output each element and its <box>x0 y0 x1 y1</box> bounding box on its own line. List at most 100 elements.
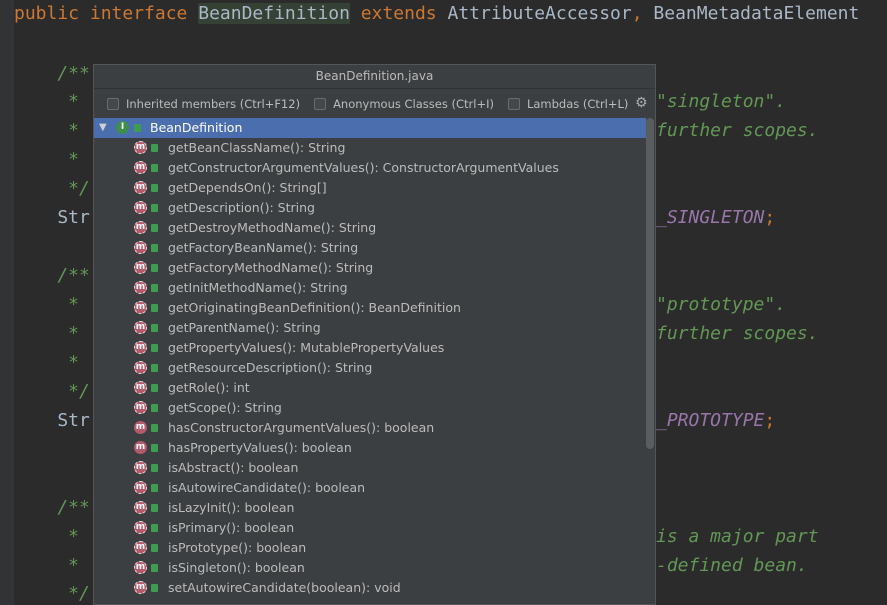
tree-member-item[interactable]: m getOriginatingBeanDefinition(): BeanDef… <box>94 298 646 318</box>
expand-arrow-icon[interactable]: ▼ <box>99 118 107 138</box>
method-icon: m <box>134 321 147 334</box>
code-token: _PROTOTYPE <box>656 410 765 431</box>
code-line: * <box>14 555 90 577</box>
tree-member-item[interactable]: m getDescription(): String <box>94 198 646 218</box>
lock-icon <box>151 164 158 172</box>
code-fragment: _SINGLETON; <box>656 207 775 229</box>
code-line: */ <box>14 178 90 200</box>
tree-member-item[interactable]: m getConstructorArgumentValues(): Constru… <box>94 158 646 178</box>
method-icon: m <box>134 481 147 494</box>
method-icon: m <box>134 221 147 234</box>
editor-gutter <box>0 0 14 605</box>
code-token: interface <box>89 3 199 24</box>
lambdas-option[interactable]: Lambdas (Ctrl+L) <box>507 97 628 111</box>
code-token: * ( <box>14 352 101 373</box>
tree-member-item[interactable]: m isAutowireCandidate(): boolean <box>94 478 646 498</box>
member-label: setAutowireCandidate(boolean): void <box>168 580 401 595</box>
code-line: */ <box>14 381 90 403</box>
code-token: * <box>14 323 90 344</box>
lock-icon <box>151 364 158 372</box>
member-label: getResourceDescription(): String <box>168 360 373 375</box>
tree-member-item[interactable]: m getResourceDescription(): String <box>94 358 646 378</box>
lock-icon <box>151 204 158 212</box>
lock-icon <box>151 284 158 292</box>
gear-icon[interactable]: ⚙ <box>635 96 649 110</box>
code-token: /** <box>14 63 90 84</box>
method-icon: m <box>134 241 147 254</box>
code-token: "prototype". <box>656 294 787 315</box>
member-label: hasConstructorArgumentValues(): boolean <box>168 420 435 435</box>
lock-icon <box>151 424 158 432</box>
code-token: BeanMetadataElement <box>653 3 871 24</box>
tree-member-item[interactable]: m isPrimary(): boolean <box>94 518 646 538</box>
tree-member-item[interactable]: m getInitMethodName(): String <box>94 278 646 298</box>
popup-options-bar: Inherited members (Ctrl+F12) Anonymous C… <box>94 89 655 119</box>
lambdas-checkbox[interactable] <box>507 98 520 110</box>
method-icon: m <box>134 441 147 454</box>
tree-member-item[interactable]: m getFactoryBeanName(): String <box>94 238 646 258</box>
code-token: * <box>14 526 90 547</box>
code-token: , <box>631 3 654 24</box>
method-icon: m <box>134 521 147 534</box>
tree-member-item[interactable]: m getRole(): int <box>94 378 646 398</box>
code-token: * <box>14 120 90 141</box>
member-label: getRole(): int <box>168 380 250 395</box>
tree-member-item[interactable]: m setAutowireCandidate(boolean): void <box>94 578 646 598</box>
tree-member-item[interactable]: m isAbstract(): boolean <box>94 458 646 478</box>
member-label: isPrimary(): boolean <box>168 520 295 535</box>
code-line: /** <box>14 265 90 287</box>
file-structure-popup: BeanDefinition.java Inherited members (C… <box>93 64 656 605</box>
inherited-members-option[interactable]: Inherited members (Ctrl+F12) <box>107 97 300 111</box>
code-token: Str <box>14 207 90 228</box>
method-icon: m <box>134 341 147 354</box>
code-token: /** <box>14 497 90 518</box>
inherited-members-checkbox[interactable] <box>107 98 119 110</box>
member-label: isSingleton(): boolean <box>168 560 305 575</box>
lock-icon <box>151 484 158 492</box>
code-fragment: further scopes. <box>656 323 819 345</box>
tree-member-item[interactable]: m hasConstructorArgumentValues(): boolean <box>94 418 646 438</box>
tree-member-item[interactable]: m isSingleton(): boolean <box>94 558 646 578</box>
lock-icon <box>151 464 158 472</box>
tree-member-item[interactable]: m getScope(): String <box>94 398 646 418</box>
member-label: getScope(): String <box>168 400 282 415</box>
code-token: * ( <box>14 149 101 170</box>
lock-icon <box>151 184 158 192</box>
tree-member-item[interactable]: m isPrototype(): boolean <box>94 538 646 558</box>
method-icon: m <box>134 381 147 394</box>
member-label: isAutowireCandidate(): boolean <box>168 480 366 495</box>
anonymous-classes-option[interactable]: Anonymous Classes (Ctrl+I) <box>314 97 494 111</box>
code-token: -defined bean. <box>656 555 808 576</box>
lock-icon <box>134 124 141 132</box>
anonymous-classes-checkbox[interactable] <box>314 98 327 110</box>
code-token: * <box>14 294 90 315</box>
tree-root-item[interactable]: ▼ I BeanDefinition <box>94 118 646 138</box>
tree-member-item[interactable]: m getDependsOn(): String[] <box>94 178 646 198</box>
code-line: Str <box>14 207 90 229</box>
code-line: * ( <box>14 149 101 171</box>
tree-member-item[interactable]: m isLazyInit(): boolean <box>94 498 646 518</box>
code-token: /** <box>14 265 90 286</box>
code-fragment: is a major part <box>656 526 819 548</box>
tree-member-item[interactable]: m getPropertyValues(): MutablePropertyVal… <box>94 338 646 358</box>
method-icon: m <box>134 581 147 594</box>
popup-title: BeanDefinition.java <box>94 65 655 89</box>
structure-tree[interactable]: ▼ I BeanDefinition m getBeanClassName(): … <box>94 118 646 604</box>
tree-member-item[interactable]: m getBeanClassName(): String <box>94 138 646 158</box>
code-line: * <box>14 120 90 142</box>
tree-member-item[interactable]: m hasPropertyValues(): boolean <box>94 438 646 458</box>
tree-member-item[interactable]: m getParentName(): String <box>94 318 646 338</box>
interface-icon: I <box>116 121 129 134</box>
code-token: is a major part <box>656 526 819 547</box>
method-icon: m <box>134 141 147 154</box>
method-icon: m <box>134 181 147 194</box>
member-label: getConstructorArgumentValues(): Construc… <box>168 160 559 175</box>
code-token: extends <box>349 3 448 24</box>
member-label: getFactoryMethodName(): String <box>168 260 374 275</box>
member-label: isPrototype(): boolean <box>168 540 307 555</box>
member-label: getDescription(): String <box>168 200 315 215</box>
member-label: getDestroyMethodName(): String <box>168 220 377 235</box>
tree-member-item[interactable]: m getFactoryMethodName(): String <box>94 258 646 278</box>
tree-scrollbar[interactable] <box>646 118 654 449</box>
tree-member-item[interactable]: m getDestroyMethodName(): String <box>94 218 646 238</box>
